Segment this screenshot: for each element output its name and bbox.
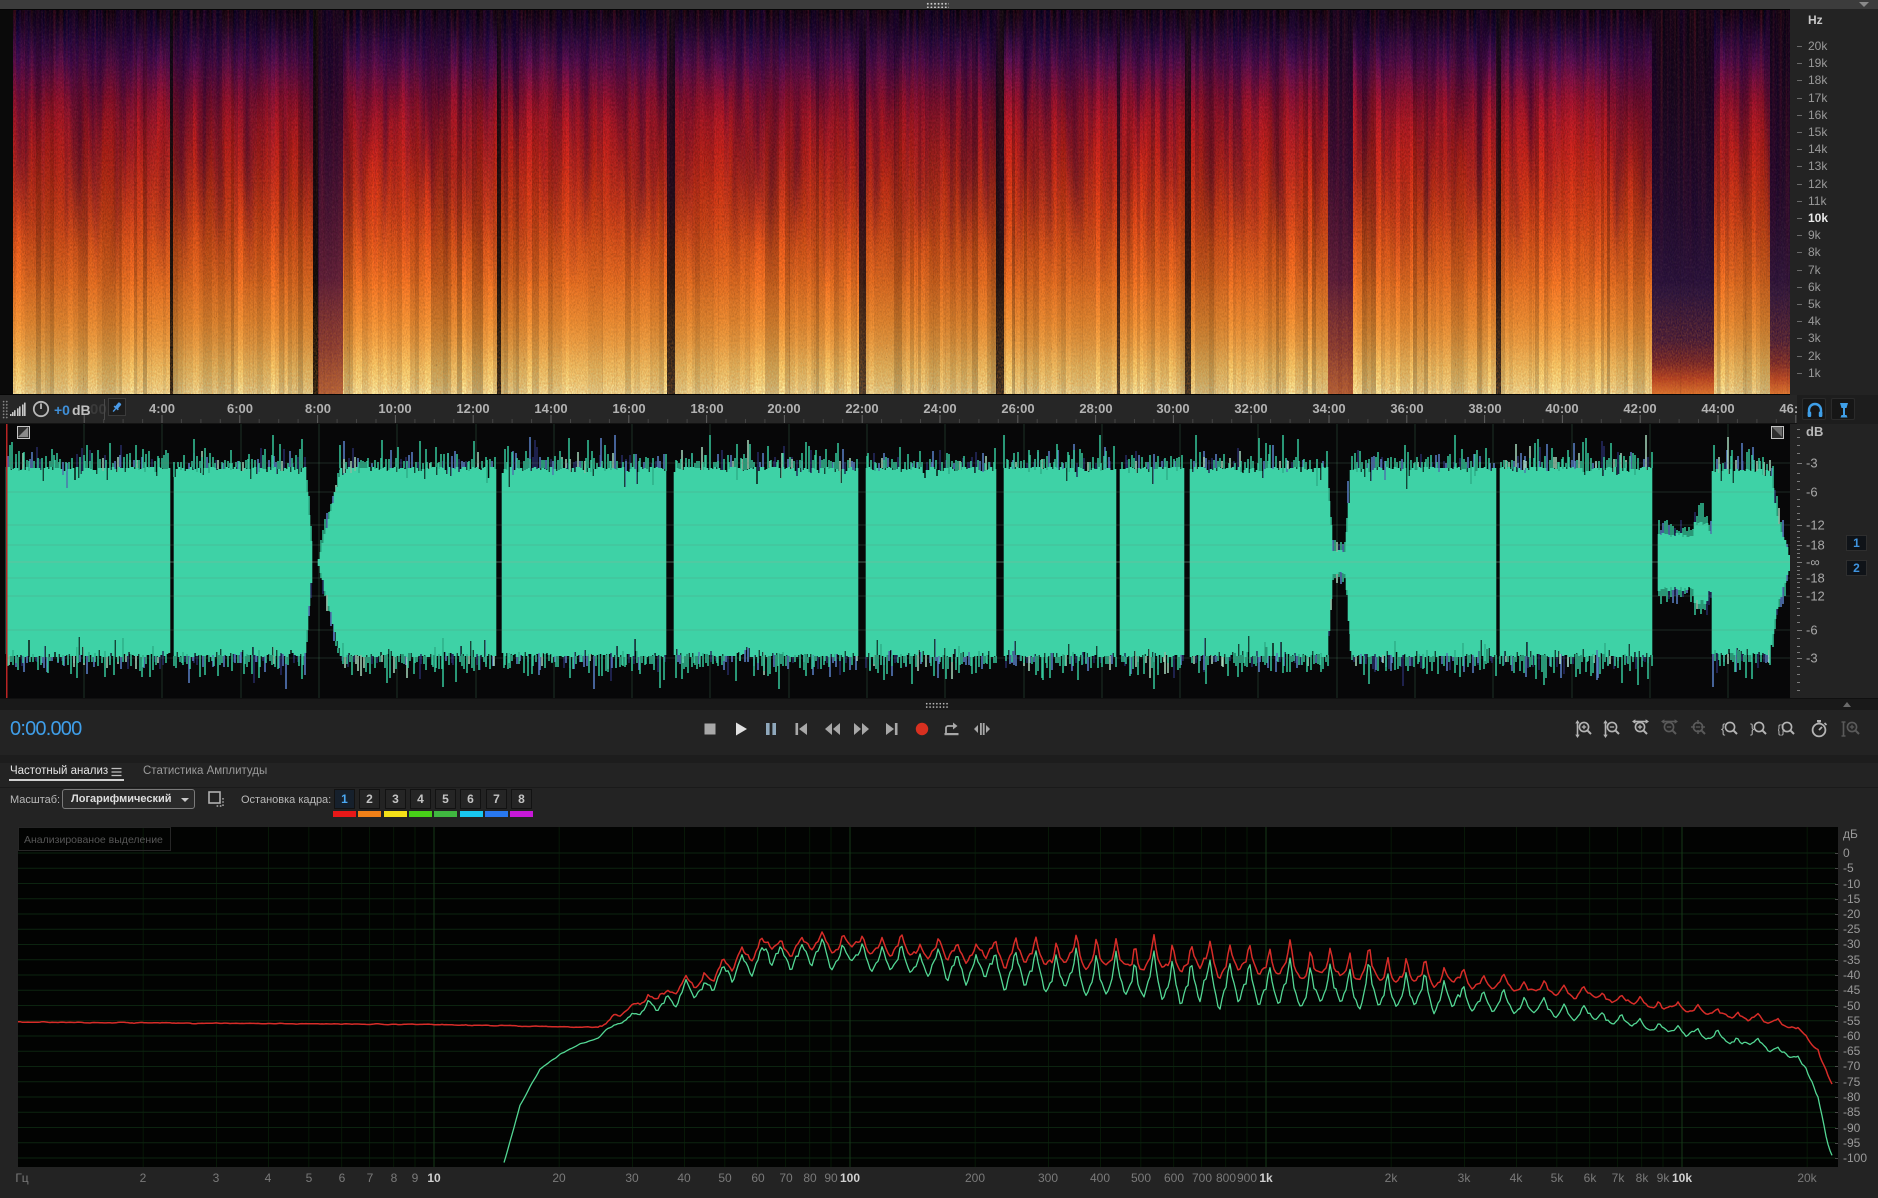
svg-text:Анализированое выделение: Анализированое выделение (24, 834, 163, 846)
